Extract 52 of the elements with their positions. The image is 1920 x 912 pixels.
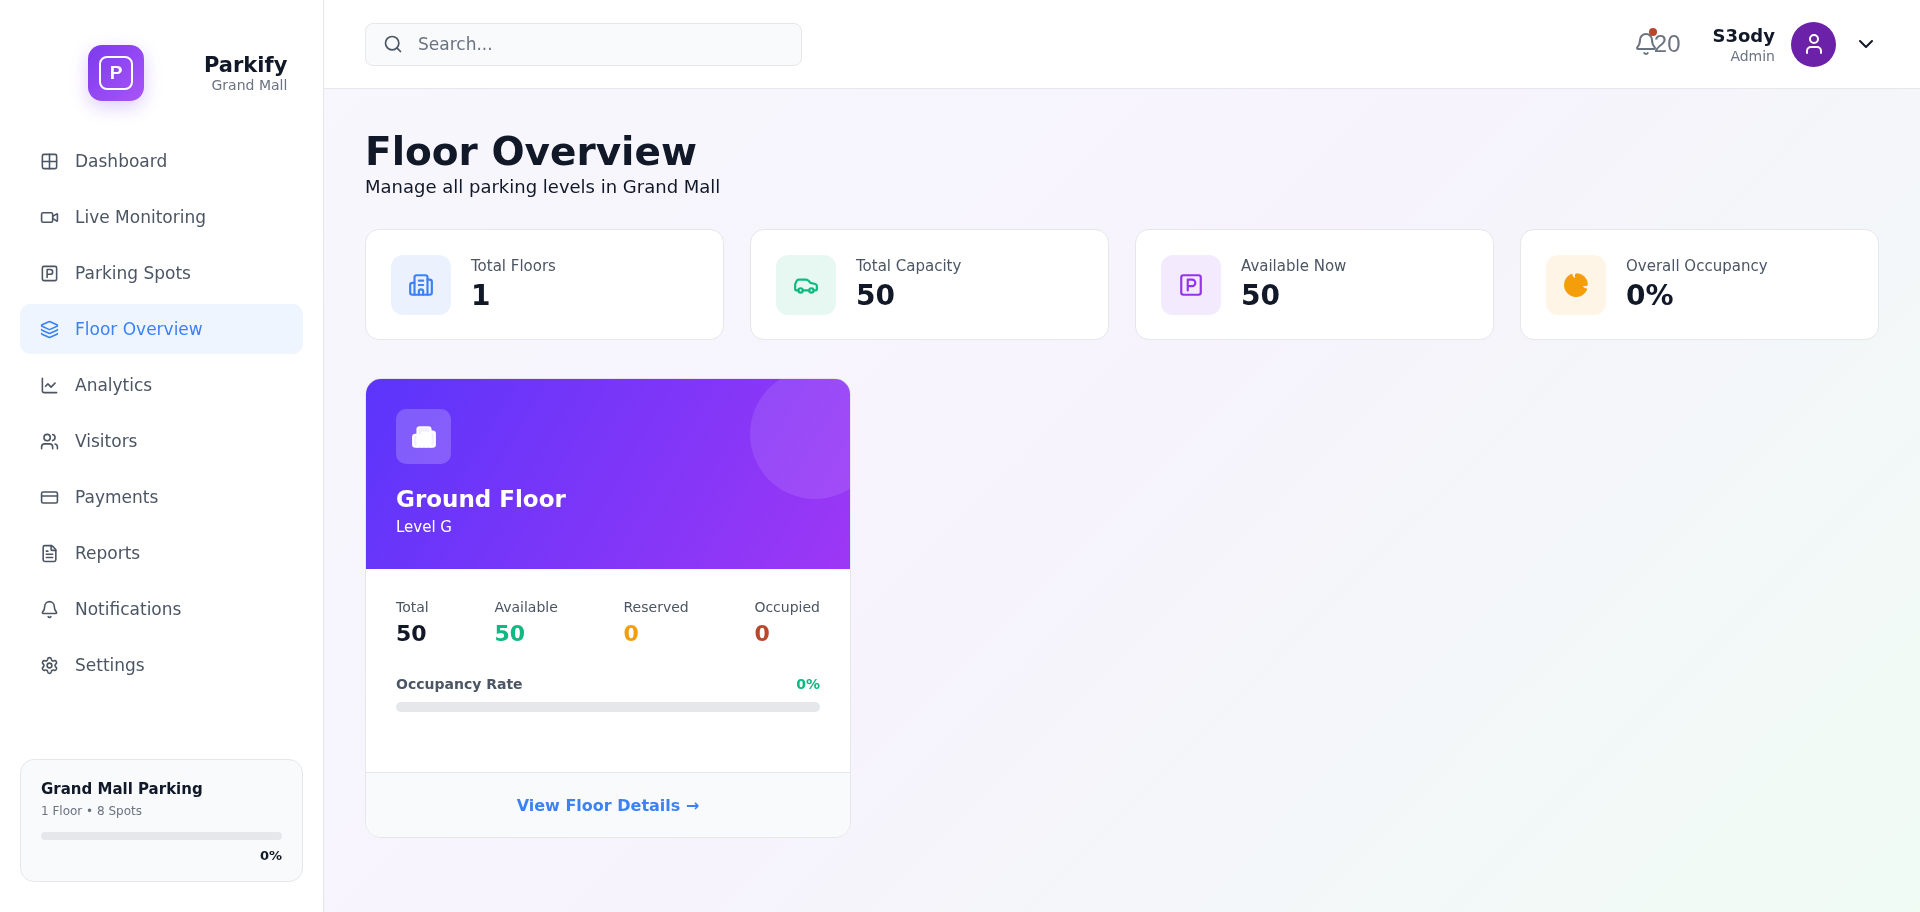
avatar[interactable] — [1791, 21, 1836, 67]
page-subtitle: Manage all parking levels in Grand Mall — [365, 176, 722, 197]
search-icon — [383, 33, 403, 54]
nav-item[interactable]: Reports — [20, 528, 303, 578]
rate-label: Occupancy Rate — [396, 676, 523, 692]
site-title: Grand Mall Parking — [41, 780, 204, 798]
floor-stat-label: Reserved — [623, 599, 689, 615]
grid-icon — [40, 151, 59, 171]
nav-item[interactable]: Parking Spots — [20, 248, 303, 298]
page-title: Floor Overview — [365, 129, 698, 174]
stat-label: Total Capacity — [856, 257, 962, 275]
stat-label: Total Floors — [471, 257, 556, 275]
stat-label: Overall Occupancy — [1626, 257, 1768, 275]
settings-icon — [40, 655, 59, 675]
nav-item[interactable]: Notifications — [20, 584, 303, 634]
search-field[interactable]: Search... — [365, 22, 802, 66]
site-subtitle: 1 Floor • 8 Spots — [41, 804, 143, 818]
floor-name: Ground Floor — [396, 486, 567, 512]
rate-value: 0% — [796, 676, 820, 692]
nav-item[interactable]: Live Monitoring — [20, 192, 303, 242]
notifications-button[interactable]: 20 — [1633, 30, 1681, 58]
bell-icon — [40, 599, 59, 619]
nav-item[interactable]: Settings — [20, 640, 303, 690]
layers-icon — [40, 319, 59, 339]
stat-label: Available Now — [1241, 257, 1347, 275]
stat-value: 50 — [1241, 279, 1281, 312]
nav-item[interactable]: Visitors — [20, 416, 303, 466]
floor-stat-label: Total — [396, 599, 429, 615]
brand-name: Parkify — [204, 53, 288, 77]
parking-icon — [40, 263, 59, 283]
nav-item[interactable]: Analytics — [20, 360, 303, 410]
nav-item[interactable]: Dashboard — [20, 136, 303, 186]
floor-stat-value: 0 — [623, 621, 639, 646]
user-name: S3ody — [1712, 24, 1775, 46]
floor-level: Level G — [396, 518, 453, 536]
floor-stat-value: 50 — [396, 621, 427, 646]
floor-stat-value: 50 — [494, 621, 526, 646]
brand-subtitle: Grand Mall — [211, 77, 288, 93]
nav-item[interactable]: Payments — [20, 472, 303, 522]
user-role: Admin — [1730, 47, 1775, 64]
stat-value: 50 — [856, 279, 896, 312]
view-details-link[interactable]: View Floor Details → — [516, 795, 700, 815]
floor-stat-label: Occupied — [754, 599, 820, 615]
stat-value: 1 — [471, 279, 492, 312]
logo-icon: P — [88, 45, 144, 101]
progress-reading: 0% — [259, 848, 282, 863]
floor-stat-value: 0 — [754, 621, 770, 646]
stat-value: 0% — [1626, 279, 1675, 312]
users-icon — [40, 431, 59, 451]
floor-stat-label: Available — [494, 599, 558, 615]
line-chart-icon — [40, 375, 59, 395]
document-icon — [40, 543, 59, 563]
